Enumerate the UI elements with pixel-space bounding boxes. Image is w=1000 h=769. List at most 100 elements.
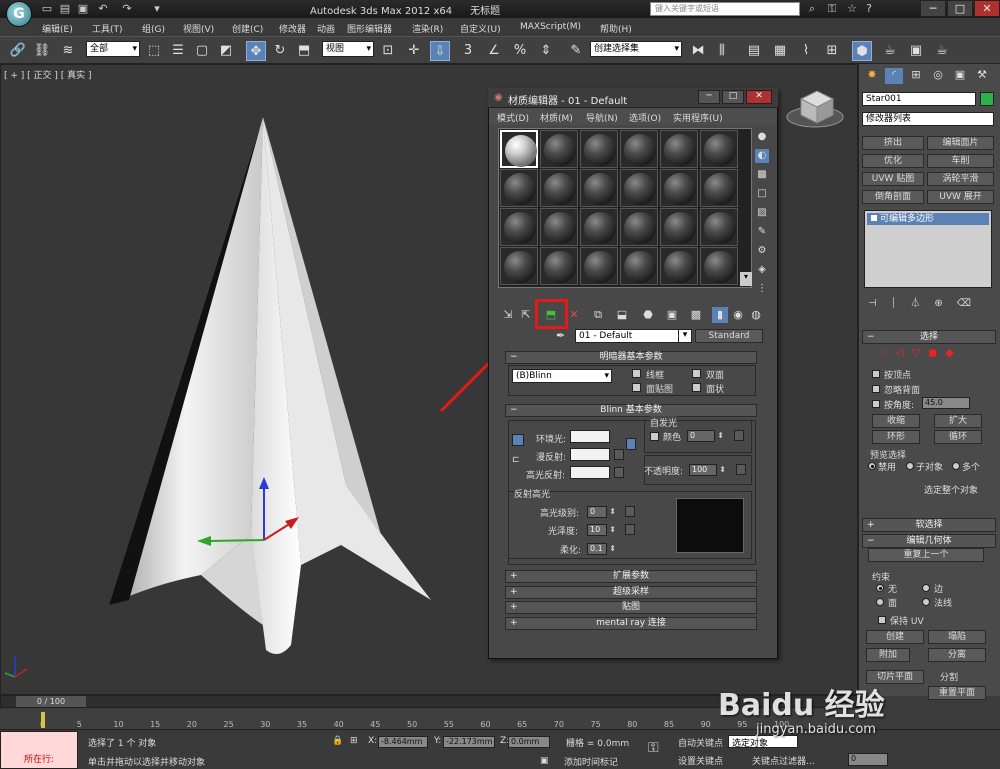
shader-basic-rollout[interactable]: − 明暗器基本参数 bbox=[505, 351, 757, 364]
hierarchy-tab-icon[interactable]: ⊞ bbox=[907, 68, 925, 84]
sample-slot[interactable] bbox=[580, 208, 618, 246]
sample-slot[interactable] bbox=[620, 208, 658, 246]
scale-tool-icon[interactable]: ⬒ bbox=[294, 41, 314, 61]
select-manipulate-icon[interactable]: ✛ bbox=[404, 41, 424, 61]
star-cone-object[interactable] bbox=[109, 117, 431, 654]
sample-slot[interactable] bbox=[700, 247, 738, 285]
me-close-button[interactable]: ✕ bbox=[746, 90, 772, 104]
specular-level-map-button[interactable] bbox=[625, 506, 635, 517]
menu-customize[interactable]: 自定义(U) bbox=[460, 22, 501, 35]
sample-type-icon[interactable]: ● bbox=[755, 130, 769, 144]
detach-button[interactable]: 分离 bbox=[928, 648, 986, 662]
sample-slot[interactable] bbox=[700, 169, 738, 207]
object-name-input[interactable]: Star001 bbox=[862, 92, 976, 106]
rotate-tool-icon[interactable]: ↻ bbox=[270, 41, 290, 61]
pick-material-icon[interactable]: ◍ bbox=[748, 307, 764, 323]
self-illum-map-button[interactable] bbox=[734, 430, 744, 441]
sample-slot[interactable] bbox=[500, 130, 538, 168]
menu-tools[interactable]: 工具(T) bbox=[92, 22, 123, 35]
menu-create[interactable]: 创建(C) bbox=[232, 22, 263, 35]
mod-button-uvw-map[interactable]: UVW 贴图 bbox=[862, 172, 924, 186]
wire-checkbox[interactable] bbox=[632, 369, 641, 378]
lock-selection-icon[interactable]: 🔒 bbox=[332, 736, 343, 746]
make-unique-icon[interactable]: ⧉ bbox=[590, 307, 606, 323]
me-menu-modes[interactable]: 模式(D) bbox=[497, 111, 529, 124]
preview-subobj-radio[interactable] bbox=[906, 462, 914, 470]
menu-views[interactable]: 视图(V) bbox=[183, 22, 214, 35]
snaps-toggle-icon[interactable]: 3 bbox=[458, 41, 478, 61]
app-logo-icon[interactable]: G bbox=[6, 1, 32, 27]
lock-diffuse-specular-icon[interactable]: ⊏ bbox=[512, 455, 524, 467]
reset-plane-button[interactable]: 重置平面 bbox=[928, 686, 986, 700]
opacity-spinner[interactable]: 100 bbox=[689, 464, 726, 476]
sample-slot[interactable] bbox=[620, 169, 658, 207]
key-filters-button[interactable]: 关键点过滤器... bbox=[752, 754, 815, 767]
search-icon[interactable]: ⌕ bbox=[805, 2, 819, 16]
mod-button-turbosmooth[interactable]: 涡轮平滑 bbox=[927, 172, 994, 186]
mod-button-unwrap-uvw[interactable]: UVW 展开 bbox=[927, 190, 994, 204]
extended-parameters-rollout[interactable]: + 扩展参数 bbox=[505, 570, 757, 583]
lock-ambient-diffuse-icon[interactable] bbox=[512, 434, 524, 446]
redo-icon[interactable]: ↷ bbox=[120, 2, 134, 16]
unlink-icon[interactable]: ⛓ bbox=[32, 41, 52, 61]
save-file-icon[interactable]: ▣ bbox=[76, 2, 90, 16]
repeat-last-button[interactable]: 重复上一个 bbox=[868, 548, 984, 562]
new-file-icon[interactable]: ▭ bbox=[40, 2, 54, 16]
set-key-button[interactable]: 设置关键点 bbox=[678, 754, 723, 767]
rendered-frame-window-icon[interactable]: ▣ bbox=[906, 41, 926, 61]
create-tab-icon[interactable]: ✸ bbox=[863, 68, 881, 84]
material-name-input[interactable]: 01 - Default bbox=[575, 329, 692, 343]
glossiness-map-button[interactable] bbox=[625, 524, 635, 535]
sample-slot[interactable] bbox=[540, 130, 578, 168]
reset-material-icon[interactable]: ✕ bbox=[566, 307, 582, 323]
stack-tools[interactable]: ⊣⏐⏃⊕⌫ bbox=[868, 294, 992, 309]
link-icon[interactable]: 🔗 bbox=[8, 41, 28, 61]
self-illum-color-checkbox[interactable] bbox=[650, 432, 659, 441]
set-key-icon[interactable]: ⚿ bbox=[648, 740, 659, 756]
material-editor-icon[interactable]: ⬢ bbox=[852, 41, 872, 61]
selection-filter-select[interactable]: 全部 bbox=[86, 41, 140, 57]
mod-button-edit-patch[interactable]: 编辑面片 bbox=[927, 136, 994, 150]
attach-button[interactable]: 附加 bbox=[866, 648, 910, 662]
angle-snap-icon[interactable]: ∠ bbox=[484, 41, 504, 61]
z-coordinate-field[interactable]: 0.0mm bbox=[508, 736, 550, 748]
menu-animation[interactable]: 动画 bbox=[317, 22, 335, 35]
align-icon[interactable]: ⫼ bbox=[712, 41, 732, 61]
lock-map-icon[interactable] bbox=[626, 438, 636, 450]
material-map-navigator-icon[interactable]: ⋮ bbox=[755, 282, 769, 296]
open-file-icon[interactable]: ▤ bbox=[58, 2, 72, 16]
reference-coord-select[interactable]: 视图 bbox=[322, 41, 374, 57]
constraint-normal-radio[interactable] bbox=[922, 598, 930, 606]
get-material-icon[interactable]: ⇲ bbox=[500, 307, 516, 323]
window-crossing-icon[interactable]: ◩ bbox=[216, 41, 236, 61]
specular-color-swatch[interactable] bbox=[570, 466, 610, 479]
menu-rendering[interactable]: 渲染(R) bbox=[412, 22, 443, 35]
viewport-label[interactable]: [ + ] [ 正交 ] [ 真实 ] bbox=[4, 68, 92, 81]
soft-selection-rollout[interactable]: + 软选择 bbox=[862, 518, 996, 532]
sample-uv-tiling-icon[interactable]: □ bbox=[755, 187, 769, 201]
blinn-basic-rollout[interactable]: − Blinn 基本参数 bbox=[505, 404, 757, 417]
display-tab-icon[interactable]: ▣ bbox=[951, 68, 969, 84]
mod-button-optimize[interactable]: 优化 bbox=[862, 154, 924, 168]
supersampling-rollout[interactable]: + 超级采样 bbox=[505, 586, 757, 599]
me-menu-options[interactable]: 选项(O) bbox=[629, 111, 661, 124]
me-minimize-button[interactable]: ─ bbox=[698, 90, 720, 104]
sample-slot[interactable] bbox=[540, 208, 578, 246]
show-end-result-icon[interactable]: ▩ bbox=[688, 307, 704, 323]
show-shaded-map-icon[interactable]: ▣ bbox=[664, 307, 680, 323]
maximize-button[interactable]: □ bbox=[947, 0, 973, 17]
sample-slot[interactable] bbox=[580, 169, 618, 207]
absolute-mode-icon[interactable]: ⊞ bbox=[350, 736, 358, 746]
move-tool-icon[interactable]: ✥ bbox=[246, 41, 266, 61]
grow-button[interactable]: 扩大 bbox=[934, 414, 982, 428]
specular-map-button[interactable] bbox=[614, 467, 624, 478]
selection-rollout[interactable]: − 选择 bbox=[862, 330, 996, 344]
select-by-material-icon[interactable]: ◈ bbox=[755, 263, 769, 277]
create-button[interactable]: 创建 bbox=[866, 630, 924, 644]
sample-slot[interactable] bbox=[660, 247, 698, 285]
bind-space-warp-icon[interactable]: ≋ bbox=[58, 41, 78, 61]
sample-slot[interactable] bbox=[580, 130, 618, 168]
subobject-level-icons[interactable]: ⁘◁▽◼◆ bbox=[878, 346, 988, 360]
me-menu-utilities[interactable]: 实用程序(U) bbox=[673, 111, 723, 124]
add-time-tag-label[interactable]: 添加时间标记 bbox=[564, 755, 618, 768]
